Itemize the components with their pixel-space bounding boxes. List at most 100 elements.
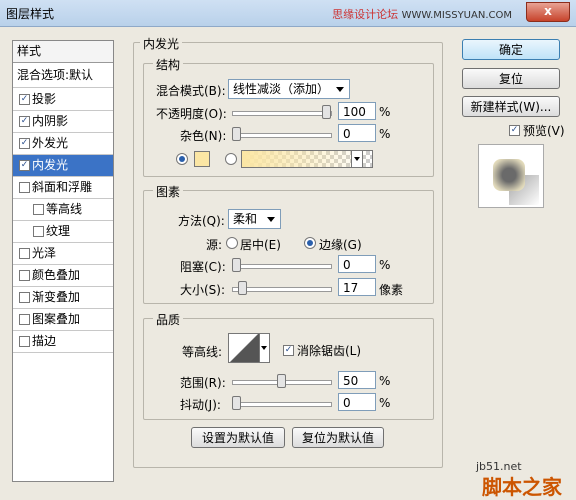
range-input[interactable]: 50 [338, 371, 376, 389]
sidebar-item[interactable]: 图案叠加 [13, 309, 113, 330]
sidebar-item[interactable]: 等高线 [13, 199, 113, 220]
watermark-text: 思缘设计论坛 [332, 8, 399, 21]
sidebar-item-blend-options[interactable]: 混合选项:默认 [13, 65, 113, 86]
brand-watermark: 脚本之家 [482, 475, 562, 499]
blend-mode-value: 线性减淡（添加） [233, 82, 330, 96]
checkbox-icon[interactable] [19, 248, 30, 259]
sidebar-item-label: 颜色叠加 [32, 268, 81, 282]
method-label: 方法(Q): [178, 214, 225, 228]
structure-title: 结构 [153, 56, 184, 73]
jitter-slider[interactable] [232, 402, 332, 407]
ok-button[interactable]: 确定 [462, 39, 560, 60]
sidebar-item-label: 光泽 [32, 246, 57, 260]
close-icon: x [544, 4, 552, 18]
checkbox-icon[interactable]: ✓ [19, 138, 30, 149]
checkbox-icon[interactable] [33, 226, 44, 237]
glow-color-swatch[interactable] [194, 151, 210, 167]
sidebar-item[interactable]: 光泽 [13, 243, 113, 264]
window-title: 图层样式 [6, 7, 55, 21]
jitter-input[interactable]: 0 [338, 393, 376, 411]
reset-button[interactable]: 复位 [462, 68, 560, 89]
blend-mode-label: 混合模式(B): [156, 84, 226, 98]
styles-sidebar: 样式 混合选项:默认 ✓ 投影 ✓ 内阴影 ✓ 外发光 ✓ 内发光 斜面和浮雕 等高线 纹理 光泽 颜色… [12, 40, 114, 482]
new-style-button[interactable]: 新建样式(W)... [462, 96, 560, 117]
size-slider-thumb[interactable] [238, 281, 248, 295]
elements-title: 图素 [153, 183, 184, 200]
sidebar-item[interactable]: 斜面和浮雕 [13, 177, 113, 198]
inner-glow-title: 内发光 [140, 35, 183, 52]
noise-slider[interactable] [232, 133, 332, 138]
sidebar-item[interactable]: ✓ 内发光 [13, 155, 113, 176]
check-icon: ✓ [509, 125, 520, 136]
solid-color-radio[interactable] [176, 153, 188, 165]
opacity-label: 不透明度(O): [156, 107, 227, 121]
choke-input[interactable]: 0 [338, 255, 376, 273]
antialias-label: 消除锯齿(L) [297, 344, 362, 358]
sidebar-item[interactable]: 描边 [13, 331, 113, 352]
source-edge-radio[interactable] [304, 237, 316, 249]
source-edge-label: 边缘(G) [319, 238, 362, 252]
opacity-slider[interactable] [232, 111, 332, 116]
source-center-label: 居中(E) [240, 238, 281, 252]
checkbox-icon[interactable] [19, 336, 30, 347]
sidebar-item[interactable]: ✓ 内阴影 [13, 111, 113, 132]
range-unit: % [379, 374, 391, 388]
style-preview [478, 144, 544, 208]
opacity-input[interactable]: 100 [338, 102, 376, 120]
size-label: 大小(S): [180, 283, 226, 297]
watermark-site: WWW.MISSYUAN.COM [401, 10, 512, 21]
choke-slider-thumb[interactable] [232, 258, 241, 272]
choke-unit: % [379, 258, 391, 272]
blend-mode-select[interactable]: 线性减淡（添加） [228, 79, 350, 99]
contour-preview[interactable] [228, 333, 260, 363]
size-unit: 像素 [379, 283, 404, 297]
source-center-radio[interactable] [226, 237, 238, 249]
checkbox-icon[interactable] [33, 204, 44, 215]
sidebar-header: 样式 [13, 41, 113, 63]
gradient-dropdown-icon[interactable] [351, 150, 363, 168]
preview-checkbox[interactable]: ✓ [509, 123, 522, 137]
sidebar-item-label: 描边 [32, 334, 57, 348]
source-label: 源: [206, 238, 223, 252]
sidebar-item[interactable]: 渐变叠加 [13, 287, 113, 308]
checkbox-icon[interactable]: ✓ [19, 94, 30, 105]
jitter-label: 抖动(J): [180, 398, 221, 412]
sidebar-item[interactable]: 颜色叠加 [13, 265, 113, 286]
checkbox-icon[interactable]: ✓ [19, 116, 30, 127]
sidebar-item-label: 斜面和浮雕 [32, 180, 93, 194]
make-default-button[interactable]: 设置为默认值 [191, 427, 285, 448]
sidebar-item[interactable]: ✓ 外发光 [13, 133, 113, 154]
reset-default-button[interactable]: 复位为默认值 [292, 427, 384, 448]
close-button[interactable]: x [526, 2, 570, 22]
sidebar-item[interactable]: 纹理 [13, 221, 113, 242]
preview-label: 预览(V) [523, 124, 565, 138]
choke-slider[interactable] [232, 264, 332, 269]
checkbox-icon[interactable]: ✓ [19, 160, 30, 171]
sidebar-item-label: 内发光 [32, 158, 69, 172]
checkbox-icon[interactable] [19, 182, 30, 193]
sidebar-item-label: 渐变叠加 [32, 290, 81, 304]
checkbox-icon[interactable] [19, 270, 30, 281]
gradient-radio[interactable] [225, 153, 237, 165]
noise-input[interactable]: 0 [338, 124, 376, 142]
sidebar-item-label: 内阴影 [32, 114, 69, 128]
opacity-slider-thumb[interactable] [322, 105, 331, 119]
chevron-down-icon [267, 217, 275, 222]
checkbox-icon[interactable] [19, 292, 30, 303]
method-select[interactable]: 柔和 [228, 209, 281, 229]
antialias-checkbox[interactable]: ✓ [283, 343, 296, 357]
sidebar-item[interactable]: ✓ 投影 [13, 89, 113, 110]
range-slider-thumb[interactable] [277, 374, 286, 388]
sidebar-item-label: 等高线 [46, 202, 83, 216]
sidebar-item-label: 投影 [32, 92, 57, 106]
jitter-slider-thumb[interactable] [232, 396, 241, 410]
sidebar-item-label: 纹理 [46, 224, 71, 238]
noise-slider-thumb[interactable] [232, 127, 241, 141]
preview-thumbnail [493, 159, 525, 191]
contour-dropdown-icon[interactable] [259, 333, 270, 363]
size-input[interactable]: 17 [338, 278, 376, 296]
jitter-unit: % [379, 396, 391, 410]
noise-label: 杂色(N): [180, 129, 227, 143]
quality-title: 品质 [153, 311, 184, 328]
checkbox-icon[interactable] [19, 314, 30, 325]
